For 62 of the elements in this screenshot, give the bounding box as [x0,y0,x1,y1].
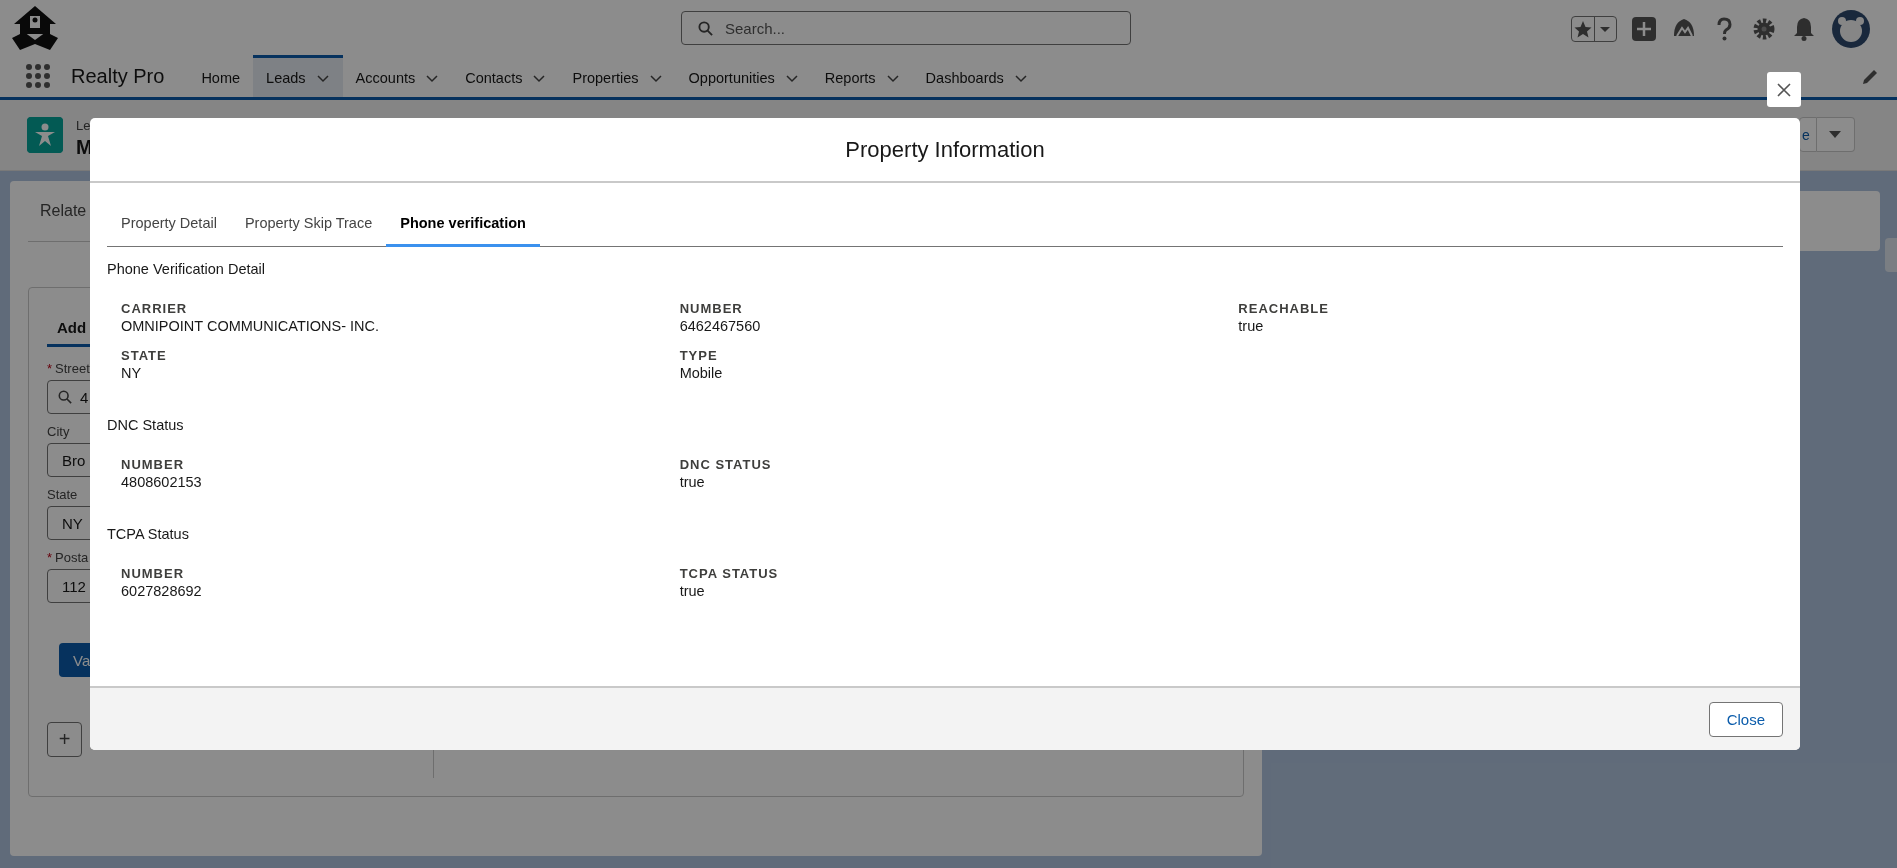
app-launcher-icon[interactable] [25,63,51,89]
nav-tab[interactable]: Properties [559,55,676,97]
field-value: 4808602153 [121,474,202,490]
nav-tab[interactable]: Home [188,55,254,97]
field-label: State [47,487,78,502]
pencil-icon[interactable] [1861,68,1879,86]
tab[interactable]: Property Skip Trace [230,201,387,247]
search-icon [698,20,713,36]
field-label: Street [55,361,90,376]
field-value: OMNIPOINT COMMUNICATIONS- INC. [121,318,380,334]
section-title: DNC Status [107,417,185,433]
field-label: CARRIER [121,301,188,316]
logo-icon[interactable] [10,4,60,52]
field-label: NUMBER [679,301,743,316]
dropdown-button[interactable] [1816,117,1855,152]
person-icon [27,117,63,153]
field-label: TCPA STATUS [679,566,779,581]
tab[interactable]: Phone verification [386,201,540,247]
field-label: City [47,424,70,439]
nav-tab[interactable]: Leads [253,55,343,97]
close-button[interactable] [1767,72,1801,107]
search-input[interactable]: Search... [723,18,1130,38]
required-mark: * [47,361,53,376]
action-button[interactable]: e [1799,117,1817,152]
nav-tab[interactable]: Dashboards [912,55,1041,97]
field-value: true [679,474,705,490]
search-icon [58,390,72,404]
panel-toggle[interactable] [1885,238,1897,272]
field-value: 6462467560 [679,318,761,334]
related-tab[interactable]: Relate [28,201,93,221]
avatar[interactable] [1831,9,1871,49]
required-mark: * [47,550,53,565]
settings-icon[interactable] [1751,16,1777,42]
field-value: true [1238,318,1264,334]
field-label: NUMBER [121,457,185,472]
field-label: NUMBER [121,566,185,581]
caret-icon[interactable] [1829,130,1842,139]
section-title: Phone Verification Detail [107,261,266,277]
nav-tab[interactable]: Opportunities [675,55,812,97]
field-label: TYPE [679,348,718,363]
plus-icon[interactable] [1631,16,1657,42]
object-label: Le [76,118,91,133]
add-button[interactable]: + [47,722,82,757]
nav-tab[interactable]: Accounts [342,55,453,97]
app-name: Realty Pro [71,64,165,88]
field-value: Mobile [679,365,723,381]
close-icon[interactable] [1777,82,1791,97]
section-title: TCPA Status [107,526,190,542]
field-value: NY [121,365,142,381]
search-field[interactable]: Search... [681,11,1131,45]
field-label: REACHABLE [1238,301,1329,316]
field-value: true [679,583,705,599]
field-value: 6027828692 [121,583,202,599]
field-label: Posta [55,550,89,565]
close-button[interactable]: Close [1708,701,1783,737]
modal-title: Property Information [845,136,1045,163]
field-label: DNC STATUS [679,457,772,472]
nav-tab[interactable]: Contacts [452,55,560,97]
favorites-button[interactable] [1571,16,1617,42]
tab[interactable]: Property Detail [107,201,231,247]
nav-tab[interactable]: Reports [811,55,913,97]
field-label: STATE [121,348,167,363]
